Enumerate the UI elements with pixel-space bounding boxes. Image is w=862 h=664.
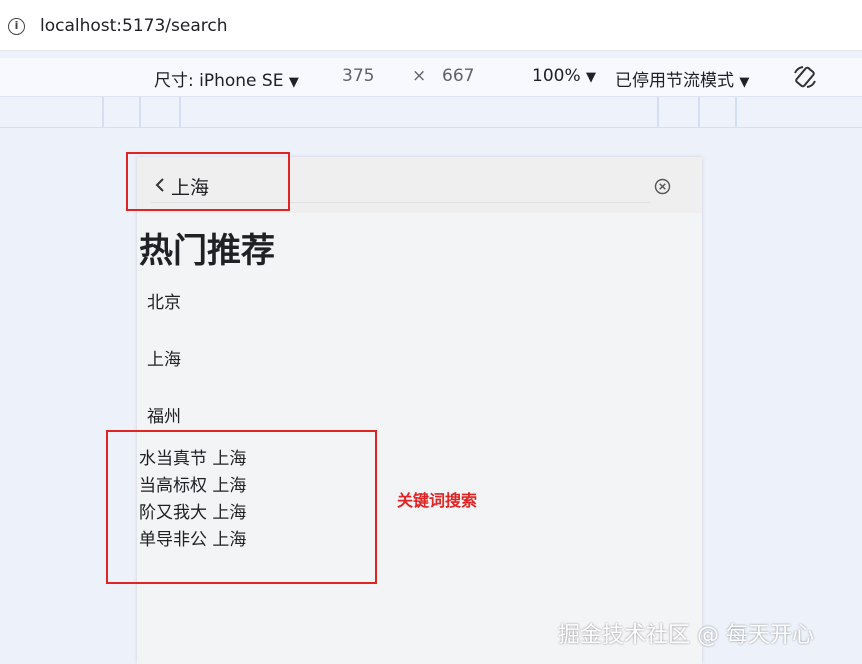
ruler-tick xyxy=(179,97,181,127)
hot-city-item[interactable]: 北京 xyxy=(147,288,181,313)
watermark: 掘金技术社区 @ 每天开心 xyxy=(558,623,814,648)
media-query-ruler[interactable] xyxy=(0,97,862,128)
zoom-label: 100% xyxy=(532,66,581,86)
ruler-tick xyxy=(698,97,700,127)
phone-viewport: 上海 热门推荐 北京 上海 福州 水当真节 上海 当高标权 上海 阶又我大 上海… xyxy=(137,157,702,664)
chevron-down-icon: ▼ xyxy=(739,75,750,90)
throttle-label: 已停用节流模式 xyxy=(615,71,734,91)
device-select[interactable]: 尺寸: iPhone SE ▼ xyxy=(154,66,299,91)
height-input[interactable]: 667 xyxy=(442,66,474,86)
info-icon[interactable]: i xyxy=(8,18,25,35)
rotate-icon[interactable] xyxy=(792,64,818,90)
annotation-label: 关键词搜索 xyxy=(397,491,478,510)
device-toolbar: 尺寸: iPhone SE ▼ 375 × 667 100% ▼ 已停用节流模式… xyxy=(0,58,862,97)
ruler-tick xyxy=(735,97,737,127)
ruler-tick xyxy=(102,97,104,127)
width-input[interactable]: 375 xyxy=(342,66,374,86)
ruler-tick xyxy=(139,97,141,127)
url-text[interactable]: localhost:5173/search xyxy=(40,16,228,36)
clear-icon[interactable] xyxy=(654,178,671,195)
zoom-select[interactable]: 100% ▼ xyxy=(532,66,596,86)
times-sign: × xyxy=(412,66,427,86)
throttle-select[interactable]: 已停用节流模式 ▼ xyxy=(615,66,749,91)
hot-recommend-title: 热门推荐 xyxy=(139,231,275,271)
address-bar[interactable]: i localhost:5173/search xyxy=(0,0,862,51)
annotation-box-search-bar xyxy=(126,152,290,211)
chevron-down-icon: ▼ xyxy=(288,75,299,90)
chevron-down-icon: ▼ xyxy=(586,70,597,85)
annotation-box-results xyxy=(106,430,377,584)
device-label: 尺寸: iPhone SE xyxy=(154,71,284,91)
hot-city-item[interactable]: 福州 xyxy=(147,402,181,427)
hot-city-item[interactable]: 上海 xyxy=(147,345,181,370)
ruler-tick xyxy=(657,97,659,127)
